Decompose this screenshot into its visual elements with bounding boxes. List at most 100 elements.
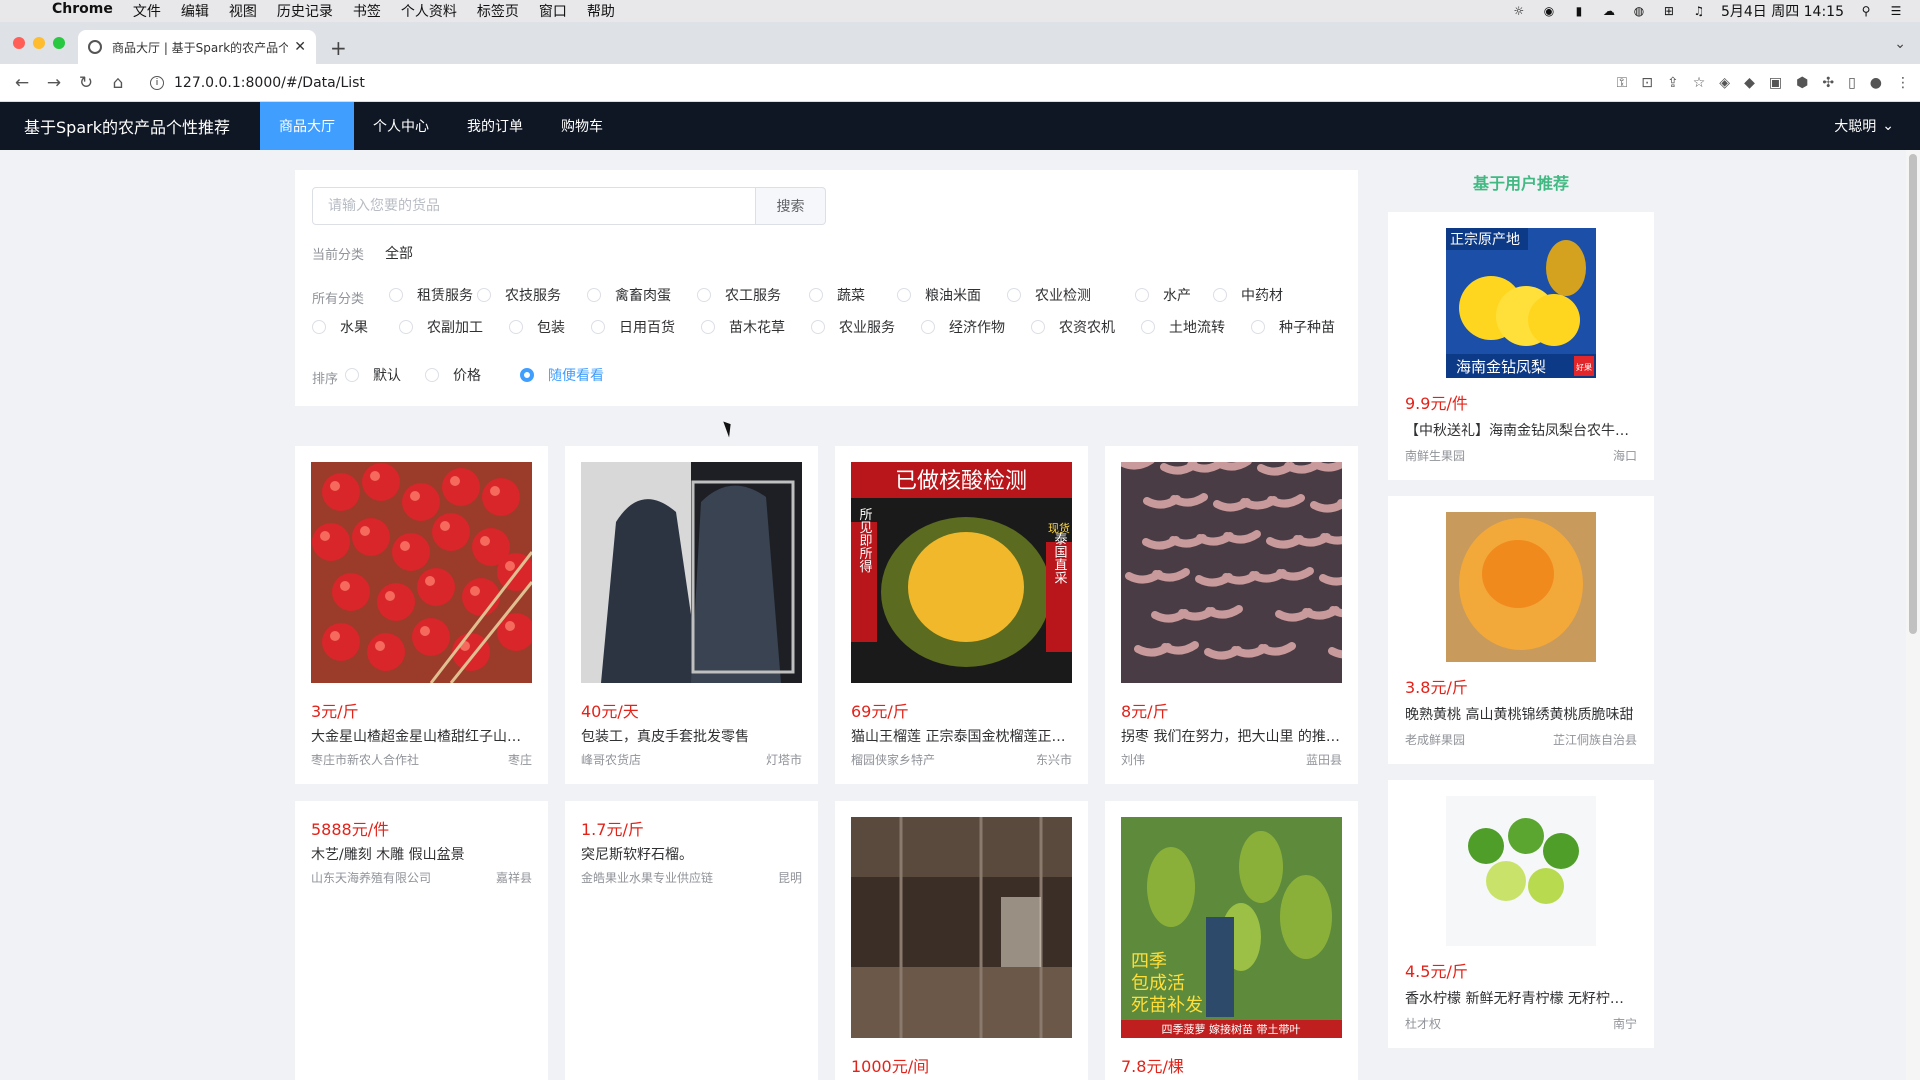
- radio-label[interactable]: 经济作物: [949, 317, 1005, 337]
- menu-help[interactable]: 帮助: [587, 1, 615, 21]
- scrollbar-thumb[interactable]: [1909, 154, 1917, 634]
- radio-circle[interactable]: [399, 320, 413, 334]
- recommend-card[interactable]: 4.5元/斤 香水柠檬 新鲜无籽青柠檬 无籽柠檬果 杜才权 南宁: [1388, 780, 1654, 1048]
- category-radio[interactable]: 农技服务: [477, 285, 561, 305]
- radio-circle[interactable]: [811, 320, 825, 334]
- extension-icon[interactable]: ◈: [1719, 75, 1730, 91]
- address-bar[interactable]: i 127.0.0.1:8000/#/Data/List: [140, 69, 1440, 97]
- record-icon[interactable]: ◉: [1541, 4, 1557, 18]
- category-radio[interactable]: 土地流转: [1141, 317, 1225, 337]
- recommend-image[interactable]: [1446, 796, 1596, 946]
- category-radio[interactable]: 租赁服务: [389, 285, 473, 305]
- wechat-icon[interactable]: ◍: [1631, 4, 1647, 18]
- category-radio[interactable]: 水产: [1135, 285, 1191, 305]
- menu-edit[interactable]: 编辑: [181, 1, 209, 21]
- radio-circle[interactable]: [389, 288, 403, 302]
- sort-radio[interactable]: 默认: [345, 365, 401, 385]
- radio-circle[interactable]: [425, 368, 439, 382]
- radio-label[interactable]: 租赁服务: [417, 285, 473, 305]
- recommend-title-text[interactable]: 【中秋送礼】海南金钻凤梨台农牛奶凤梨: [1405, 420, 1637, 440]
- product-card[interactable]: 40元/天 包装工，真皮手套批发零售 峰哥农货店 灯塔市: [565, 446, 818, 784]
- username[interactable]: 大聪明: [1834, 116, 1876, 136]
- reload-icon[interactable]: ↻: [70, 73, 102, 93]
- radio-circle[interactable]: [312, 320, 326, 334]
- category-radio[interactable]: 农业检测: [1007, 285, 1091, 305]
- site-brand[interactable]: 基于Spark的农产品个性推荐: [0, 102, 260, 150]
- volume-icon[interactable]: ♫: [1691, 4, 1707, 18]
- radio-label[interactable]: 禽畜肉蛋: [615, 285, 671, 305]
- bookmark-star-icon[interactable]: ☆: [1693, 75, 1706, 91]
- radio-label[interactable]: 土地流转: [1169, 317, 1225, 337]
- radio-circle[interactable]: [587, 288, 601, 302]
- radio-label[interactable]: 日用百货: [619, 317, 675, 337]
- sidepanel-icon[interactable]: ▯: [1848, 75, 1856, 91]
- radio-label[interactable]: 农资农机: [1059, 317, 1115, 337]
- radio-circle[interactable]: [1251, 320, 1265, 334]
- category-radio[interactable]: 经济作物: [921, 317, 1005, 337]
- radio-label[interactable]: 种子种苗: [1279, 317, 1335, 337]
- radio-circle[interactable]: [897, 288, 911, 302]
- radio-label[interactable]: 农工服务: [725, 285, 781, 305]
- profile-icon[interactable]: ●: [1870, 75, 1882, 91]
- spotlight-icon[interactable]: ⚲: [1858, 4, 1874, 18]
- forward-icon[interactable]: →: [38, 73, 70, 93]
- search-input[interactable]: [312, 187, 756, 225]
- category-radio[interactable]: 禽畜肉蛋: [587, 285, 671, 305]
- site-info-icon[interactable]: i: [150, 76, 164, 90]
- new-tab-icon[interactable]: +: [330, 36, 347, 60]
- radio-label[interactable]: 水产: [1163, 285, 1191, 305]
- clock[interactable]: 5月4日 周四 14:15: [1721, 1, 1844, 21]
- radio-circle[interactable]: [921, 320, 935, 334]
- category-radio[interactable]: 日用百货: [591, 317, 675, 337]
- signal-icon[interactable]: ▮: [1571, 4, 1587, 18]
- radio-circle[interactable]: [509, 320, 523, 334]
- zoom-window-button[interactable]: [53, 37, 65, 49]
- category-radio[interactable]: 农业服务: [811, 317, 895, 337]
- tab-search-icon[interactable]: ⌄: [1894, 36, 1906, 52]
- radio-label[interactable]: 蔬菜: [837, 285, 865, 305]
- category-radio[interactable]: 种子种苗: [1251, 317, 1335, 337]
- product-title[interactable]: 猫山王榴莲 正宗泰国金枕榴莲正品现货: [851, 726, 1072, 746]
- radio-circle[interactable]: [1007, 288, 1021, 302]
- category-radio[interactable]: 农副加工: [399, 317, 483, 337]
- radio-circle[interactable]: [477, 288, 491, 302]
- radio-circle[interactable]: [520, 368, 534, 382]
- product-card[interactable]: 1.7元/斤 突尼斯软籽石榴。 金皓果业水果专业供应链 昆明: [565, 801, 818, 1080]
- radio-circle[interactable]: [701, 320, 715, 334]
- minimize-window-button[interactable]: [33, 37, 45, 49]
- nav-item-cart[interactable]: 购物车: [542, 102, 622, 150]
- cloud-icon[interactable]: ☁: [1601, 4, 1617, 18]
- radio-label[interactable]: 水果: [340, 317, 368, 337]
- menu-file[interactable]: 文件: [133, 1, 161, 21]
- product-image[interactable]: [851, 817, 1072, 1038]
- product-image[interactable]: 四季 包成活 死苗补发 四季菠萝 嫁接树苗 带土带叶: [1121, 817, 1342, 1038]
- product-card[interactable]: 3元/斤大金星山楂超金星山楂甜红子山楂果新鲜枣庄市新农人合作社 枣庄: [295, 446, 548, 784]
- menu-app-name[interactable]: Chrome: [52, 1, 113, 21]
- url-text[interactable]: 127.0.0.1:8000/#/Data/List: [174, 75, 365, 91]
- browser-tab[interactable]: 商品大厅 | 基于Spark的农产品个 ✕: [78, 30, 316, 64]
- sort-radio[interactable]: 随便看看: [520, 365, 604, 385]
- extension-icon[interactable]: ⬢: [1796, 75, 1808, 91]
- product-card[interactable]: 四季 包成活 死苗补发 四季菠萝 嫁接树苗 带土带叶 7.8元/棵: [1105, 801, 1358, 1080]
- category-radio[interactable]: 水果: [312, 317, 368, 337]
- category-radio[interactable]: 农工服务: [697, 285, 781, 305]
- product-image[interactable]: [311, 462, 532, 683]
- translate-icon[interactable]: ⊡: [1641, 75, 1653, 91]
- brightness-icon[interactable]: ☼: [1511, 4, 1527, 18]
- menu-bookmarks[interactable]: 书签: [353, 1, 381, 21]
- chevron-down-icon[interactable]: ⌄: [1882, 118, 1894, 134]
- home-icon[interactable]: ⌂: [102, 73, 134, 93]
- radio-label[interactable]: 随便看看: [548, 365, 604, 385]
- product-card[interactable]: 5888元/件 木艺/雕刻 木雕 假山盆景 山东天海养殖有限公司 嘉祥县: [295, 801, 548, 1080]
- radio-label[interactable]: 农业服务: [839, 317, 895, 337]
- radio-circle[interactable]: [1135, 288, 1149, 302]
- radio-circle[interactable]: [1213, 288, 1227, 302]
- close-tab-icon[interactable]: ✕: [294, 39, 306, 55]
- nav-item-hall[interactable]: 商品大厅: [259, 102, 354, 150]
- radio-label[interactable]: 默认: [373, 365, 401, 385]
- product-title[interactable]: 木艺/雕刻 木雕 假山盆景: [311, 844, 532, 864]
- key-icon[interactable]: ⚿: [1617, 75, 1628, 91]
- radio-circle[interactable]: [1031, 320, 1045, 334]
- search-button[interactable]: 搜索: [756, 187, 826, 225]
- page-scrollbar[interactable]: [1906, 150, 1920, 1080]
